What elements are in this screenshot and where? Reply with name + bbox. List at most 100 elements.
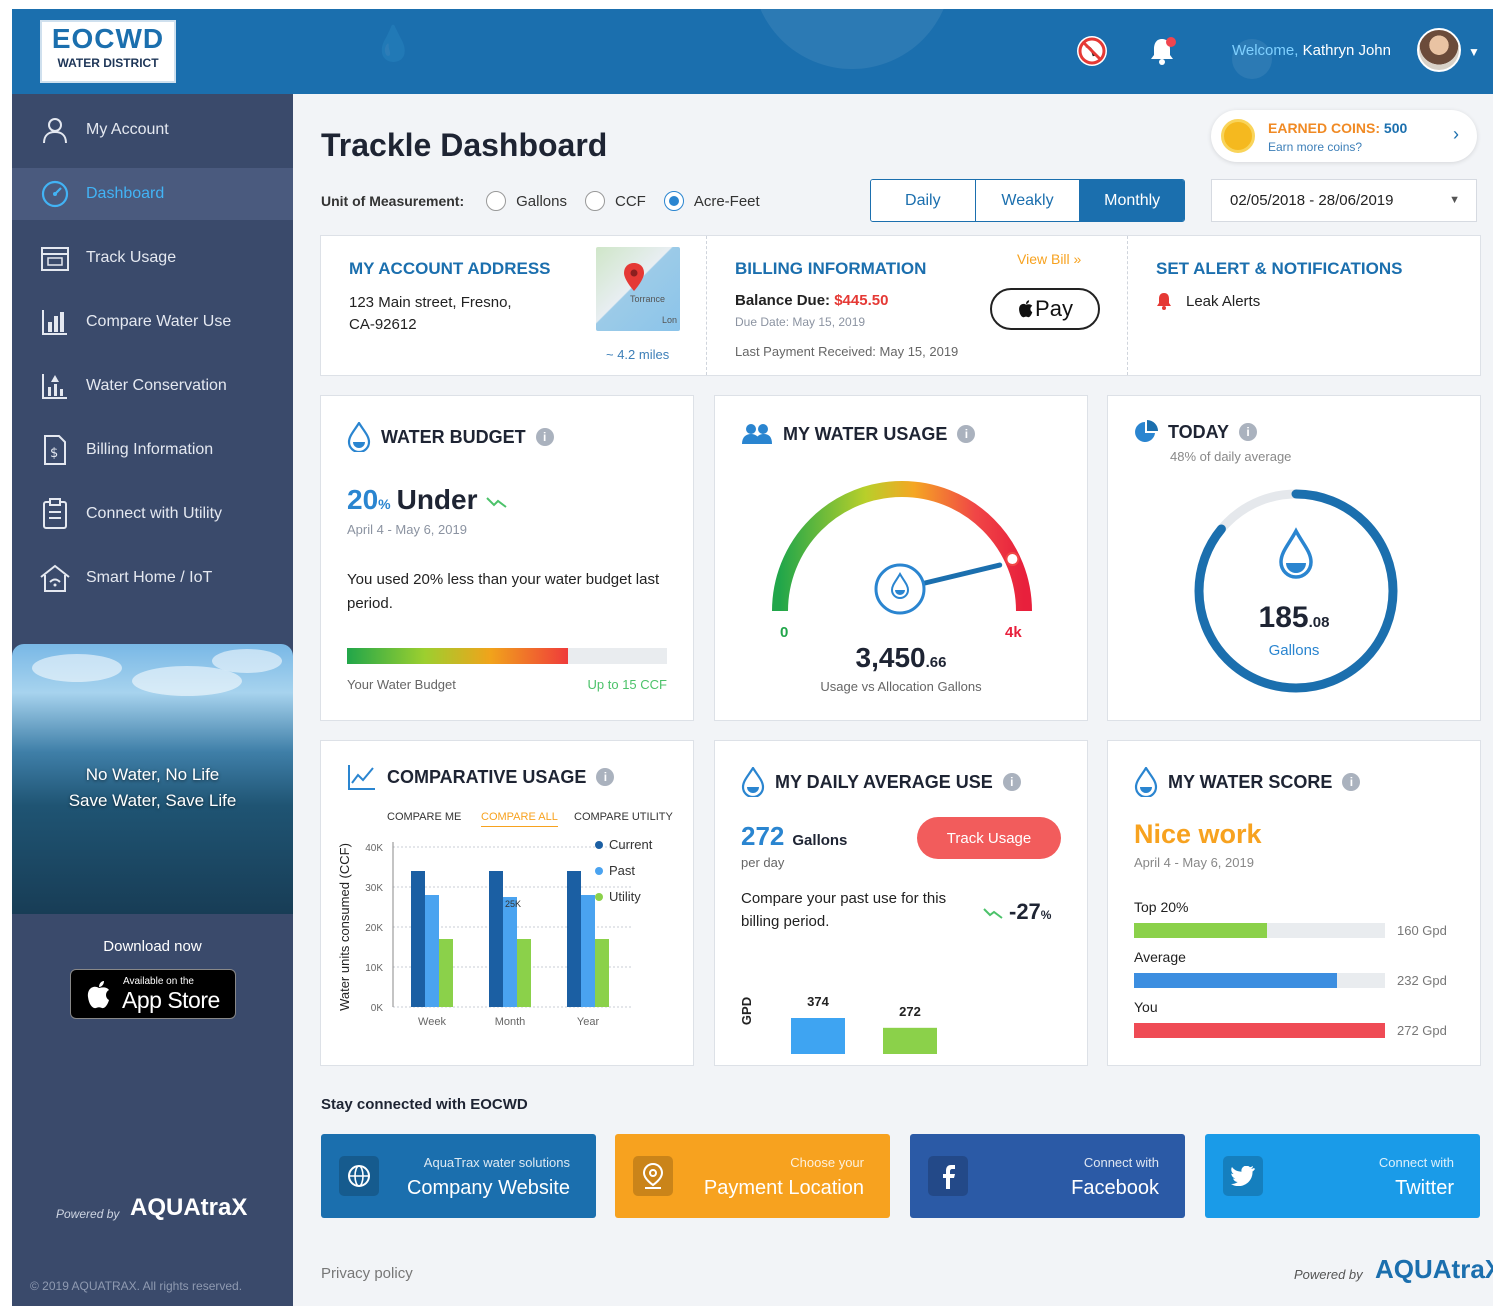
bar-current-year[interactable]: [567, 871, 581, 1007]
info-icon[interactable]: i: [957, 425, 976, 443]
sidebar-item-label: Connect with Utility: [86, 505, 223, 522]
score-row-label: Top 20%: [1134, 899, 1189, 915]
apple-icon: [87, 981, 109, 1009]
score-row-label: You: [1134, 999, 1158, 1015]
usage-value: 3,450.66: [855, 642, 947, 673]
no-watering-icon[interactable]: [1074, 33, 1110, 69]
bar-utility-week[interactable]: [439, 939, 453, 1007]
gauge-min-label: 0: [780, 624, 789, 641]
sidebar-item-dashboard[interactable]: Dashboard: [12, 168, 293, 220]
budget-message: You used 20% less than your water budget…: [347, 571, 660, 612]
info-icon[interactable]: i: [596, 768, 615, 786]
tab-compare-all[interactable]: COMPARE ALL: [481, 811, 558, 827]
sidebar-item-billing-information[interactable]: $ Billing Information: [12, 424, 293, 476]
map-city: Torrance: [630, 294, 666, 304]
twitter-icon: [1223, 1156, 1263, 1196]
user-icon: [38, 116, 72, 144]
bill-icon: $: [38, 434, 72, 466]
date-range-value: 02/05/2018 - 28/06/2019: [1230, 192, 1394, 209]
info-icon[interactable]: i: [1002, 773, 1021, 791]
date-range-select[interactable]: 02/05/2018 - 28/06/2019 ▼: [1211, 179, 1477, 222]
bar-past-year[interactable]: [581, 895, 595, 1007]
info-icon[interactable]: i: [1342, 773, 1361, 791]
welcome-text: Welcome, Kathryn John: [1232, 42, 1391, 59]
bar-current-week[interactable]: [411, 871, 425, 1007]
y-tick-label: 20K: [365, 923, 383, 934]
bell-alert-icon: [1157, 293, 1171, 310]
per-day-label: per day: [741, 855, 785, 870]
app-store-button[interactable]: Available on the App Store: [70, 969, 236, 1019]
page-title: Trackle Dashboard: [321, 127, 608, 163]
info-icon[interactable]: i: [535, 428, 554, 446]
coins-label: EARNED COINS:: [1268, 120, 1381, 136]
x-tick-label: Month: [495, 1016, 526, 1028]
legend-label: Utility: [609, 889, 641, 904]
svg-text:$: $: [50, 446, 58, 461]
score-headline: Nice work: [1134, 819, 1262, 849]
score-range: April 4 - May 6, 2019: [1134, 855, 1254, 870]
period-toggle: Daily Weakly Monthly: [870, 179, 1185, 222]
y-tick-label: 10K: [365, 963, 383, 974]
user-avatar[interactable]: [1417, 28, 1461, 72]
sidebar-item-track-usage[interactable]: Track Usage: [12, 232, 293, 284]
track-usage-button[interactable]: Track Usage: [917, 817, 1061, 859]
daily-bar[interactable]: [791, 1018, 845, 1054]
notification-bell-icon[interactable]: [1144, 33, 1180, 69]
daily-bar[interactable]: [883, 1027, 937, 1054]
users-icon: [741, 422, 773, 446]
earned-coins-widget[interactable]: EARNED COINS: 500 Earn more coins? ›: [1211, 110, 1477, 162]
leak-alerts-item[interactable]: Leak Alerts: [1156, 292, 1260, 310]
bar-current-month[interactable]: [489, 871, 503, 1007]
coins-value: 500: [1383, 120, 1408, 136]
sidebar-item-compare-water-use[interactable]: Compare Water Use: [12, 296, 293, 348]
sidebar-item-connect-with-utility[interactable]: Connect with Utility: [12, 488, 293, 540]
sidebar-item-water-conservation[interactable]: Water Conservation: [12, 360, 293, 412]
legend-swatch: [595, 841, 603, 849]
y-tick-label: 40K: [365, 843, 383, 854]
period-daily-button[interactable]: Daily: [871, 180, 976, 221]
sidebar-item-my-account[interactable]: My Account: [12, 104, 293, 156]
bar-past-week[interactable]: [425, 895, 439, 1007]
view-bill-link[interactable]: View Bill »: [1017, 251, 1081, 267]
twitter-button[interactable]: Connect with Twitter: [1205, 1134, 1480, 1218]
today-unit: Gallons: [1268, 642, 1320, 659]
tab-compare-me[interactable]: COMPARE ME: [387, 811, 461, 823]
period-monthly-button[interactable]: Monthly: [1080, 180, 1184, 221]
info-icon[interactable]: i: [1239, 423, 1258, 441]
bar-utility-year[interactable]: [595, 939, 609, 1007]
facebook-button[interactable]: Connect with Facebook: [910, 1134, 1185, 1218]
sidebar-item-smart-home[interactable]: Smart Home / IoT: [12, 552, 293, 604]
earn-more-coins-link[interactable]: Earn more coins?: [1268, 140, 1362, 154]
eocwd-logo[interactable]: EOCWD WATER DISTRICT: [40, 20, 176, 83]
address-map[interactable]: Torrance Lon: [596, 247, 680, 331]
radio-acre-feet[interactable]: Acre-Feet: [663, 191, 760, 211]
radio-ccf[interactable]: CCF: [584, 191, 646, 211]
clipboard-icon: [38, 498, 72, 530]
company-website-button[interactable]: AquaTrax water solutions Company Website: [321, 1134, 596, 1218]
aquatrax-logo: AQUAtraX: [130, 1194, 248, 1221]
compare-text: Compare your past use for this billing p…: [741, 890, 947, 930]
sidebar-item-label: Smart Home / IoT: [86, 569, 213, 586]
y-axis-label: Water units consumed (CCF): [337, 843, 352, 1011]
chevron-right-icon[interactable]: ›: [1453, 124, 1459, 145]
legend-swatch: [595, 867, 603, 875]
user-menu-caret-icon[interactable]: ▼: [1468, 45, 1480, 59]
due-date: Due Date: May 15, 2019: [735, 315, 866, 329]
sidebar-item-label: Compare Water Use: [86, 313, 232, 330]
apple-pay-button[interactable]: Pay: [990, 288, 1100, 330]
save-water-banner: No Water, No Life Save Water, Save Life: [12, 644, 293, 914]
bar-utility-month[interactable]: [517, 939, 531, 1007]
twitter-small: Connect with: [1378, 1155, 1454, 1170]
map-city-2: Lon: [662, 315, 678, 325]
period-weekly-button[interactable]: Weakly: [975, 180, 1081, 221]
payment-location-button[interactable]: Choose your Payment Location: [615, 1134, 890, 1218]
trend-down-icon: [983, 908, 1003, 919]
tab-compare-utility[interactable]: COMPARE UTILITY: [574, 811, 673, 823]
sidebar-item-label: Track Usage: [86, 249, 177, 266]
radio-gallons[interactable]: Gallons: [486, 191, 567, 211]
bar-chart-icon: [38, 307, 72, 337]
privacy-policy-link[interactable]: Privacy policy: [321, 1265, 413, 1282]
daily-bar-value: 374: [807, 994, 829, 1009]
water-budget-card: WATER BUDGET i 20 % Under April 4 - May 6…: [320, 395, 694, 721]
bar-past-month[interactable]: [503, 897, 517, 1007]
